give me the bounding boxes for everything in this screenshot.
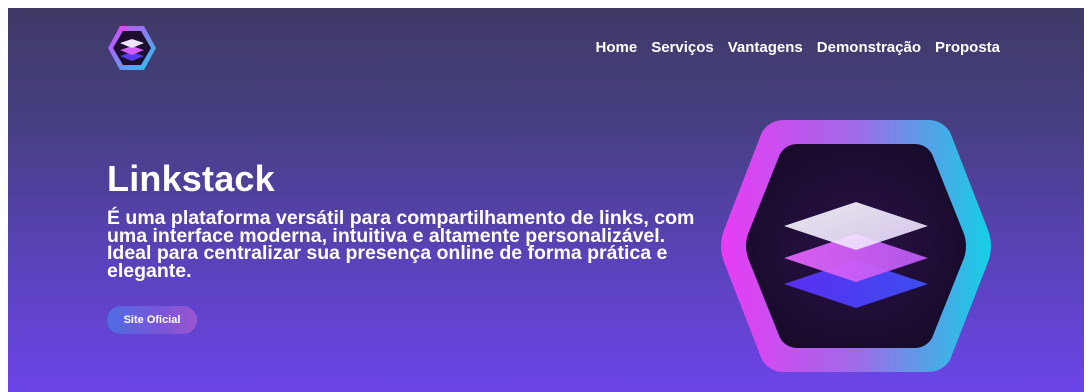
- nav-proposta[interactable]: Proposta: [935, 39, 1000, 56]
- hero-title: Linkstack: [107, 158, 275, 199]
- nav-vantagens[interactable]: Vantagens: [728, 39, 803, 56]
- nav-home[interactable]: Home: [596, 39, 638, 56]
- main-nav: Home Serviços Vantagens Demonstração Pro…: [596, 39, 1000, 56]
- hero-description: É uma plataforma versátil para compartil…: [107, 207, 695, 282]
- logo-icon[interactable]: [106, 24, 158, 72]
- layers-hexagon-icon: [721, 120, 991, 372]
- nav-servicos[interactable]: Serviços: [651, 39, 714, 56]
- nav-demonstracao[interactable]: Demonstração: [817, 39, 921, 56]
- hero-section: Home Serviços Vantagens Demonstração Pro…: [8, 8, 1084, 392]
- official-site-button[interactable]: Site Oficial: [107, 306, 197, 334]
